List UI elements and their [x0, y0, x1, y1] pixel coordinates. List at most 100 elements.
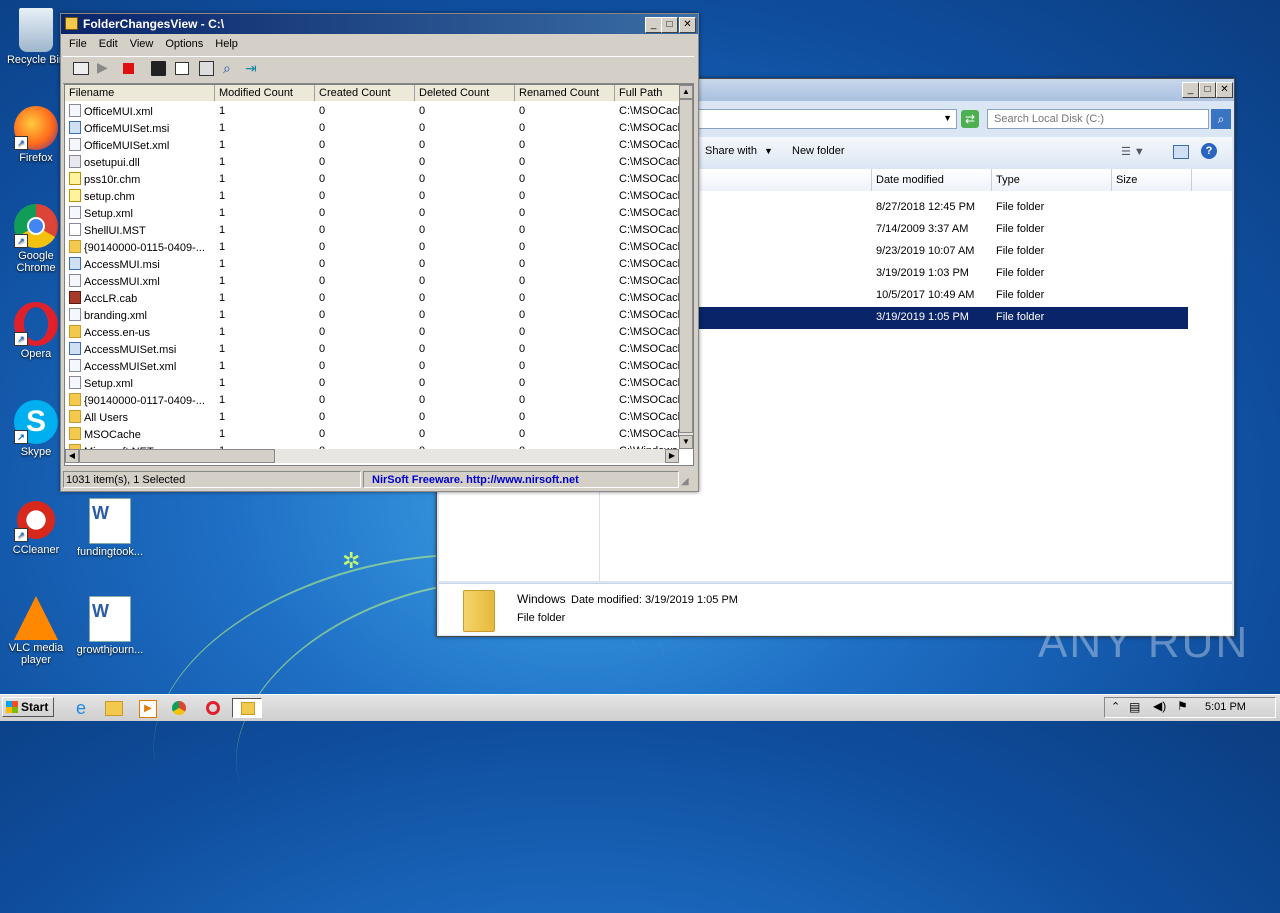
menu-options[interactable]: Options — [165, 38, 203, 50]
modified-count-cell: 1 — [219, 376, 226, 389]
start-button[interactable]: Start — [2, 697, 54, 717]
table-row[interactable]: Setup.xml 1 0 0 0 C:\MSOCach — [65, 374, 681, 391]
copy-icon[interactable] — [175, 62, 189, 75]
action-center-flag-icon[interactable]: ⚑ — [1177, 699, 1188, 713]
column-header-created[interactable]: Created Count — [315, 85, 415, 101]
nirsoft-link[interactable]: NirSoft Freeware. http://www.nirsoft.net — [363, 471, 679, 488]
column-header-modified[interactable]: Modified Count — [215, 85, 315, 101]
chrome-taskbar-icon[interactable] — [166, 698, 192, 718]
find-icon[interactable]: ⌕ — [223, 60, 231, 77]
desktop-icon-ccleaner[interactable]: ↗ CCleaner — [0, 498, 72, 556]
minimize-button[interactable]: _ — [1182, 82, 1199, 98]
close-button[interactable]: ✕ — [1216, 82, 1233, 98]
desktop-icon-vlc[interactable]: VLC media player — [0, 596, 72, 666]
opera-taskbar-icon[interactable] — [200, 698, 226, 718]
network-icon[interactable]: ▤ — [1129, 700, 1140, 714]
list-item[interactable]: 9/23/2019 10:07 AM File folder — [696, 241, 1188, 263]
table-row[interactable]: OfficeMUISet.xml 1 0 0 0 C:\MSOCach — [65, 136, 681, 153]
list-item[interactable]: 8/27/2018 12:45 PM File folder — [696, 197, 1188, 219]
preview-pane-icon[interactable] — [1173, 145, 1189, 159]
column-header-filename[interactable]: Filename — [65, 85, 215, 101]
help-icon[interactable]: ? — [1201, 143, 1217, 159]
table-row[interactable]: Access.en-us 1 0 0 0 C:\MSOCach — [65, 323, 681, 340]
folderchangesview-window[interactable]: FolderChangesView - C:\ _ □ ✕ File Edit Vi… — [60, 13, 699, 492]
properties-icon[interactable] — [199, 61, 214, 76]
list-item[interactable]: 7/14/2009 3:37 AM File folder — [696, 219, 1188, 241]
stop-icon[interactable] — [123, 63, 134, 74]
table-row[interactable]: AccessMUI.msi 1 0 0 0 C:\MSOCach — [65, 255, 681, 272]
table-row[interactable]: MSOCache 1 0 0 0 C:\MSOCach — [65, 425, 681, 442]
column-header-type[interactable]: Type — [992, 169, 1112, 191]
clock[interactable]: 5:01 PM — [1205, 701, 1246, 713]
media-player-icon[interactable]: ▶ — [134, 698, 160, 718]
hscroll-thumb[interactable] — [79, 449, 275, 463]
address-bar[interactable]: ▼ — [695, 109, 957, 129]
scroll-up-button[interactable]: ▲ — [679, 85, 693, 99]
menu-file[interactable]: File — [69, 38, 87, 50]
table-row[interactable]: {90140000-0117-0409-... 1 0 0 0 C:\MSOCach — [65, 391, 681, 408]
column-header-renamed[interactable]: Renamed Count — [515, 85, 615, 101]
table-row[interactable]: osetupui.dll 1 0 0 0 C:\MSOCach — [65, 153, 681, 170]
save-icon[interactable] — [151, 61, 166, 76]
table-row[interactable]: AccLR.cab 1 0 0 0 C:\MSOCach — [65, 289, 681, 306]
menu-view[interactable]: View — [130, 38, 154, 50]
table-row[interactable]: OfficeMUISet.msi 1 0 0 0 C:\MSOCach — [65, 119, 681, 136]
exit-icon[interactable]: ⇥ — [245, 60, 257, 77]
menu-help[interactable]: Help — [215, 38, 238, 50]
folderchangesview-taskbar-button[interactable] — [232, 698, 262, 718]
maximize-button[interactable]: □ — [661, 17, 678, 33]
desktop-icon-label: CCleaner — [12, 544, 60, 556]
table-row[interactable]: All Users 1 0 0 0 C:\MSOCach — [65, 408, 681, 425]
list-item[interactable]: 10/5/2017 10:49 AM File folder — [696, 285, 1188, 307]
table-row[interactable]: {90140000-0115-0409-... 1 0 0 0 C:\MSOCach — [65, 238, 681, 255]
column-header-deleted[interactable]: Deleted Count — [415, 85, 515, 101]
menu-edit[interactable]: Edit — [99, 38, 118, 50]
scroll-left-button[interactable]: ◀ — [65, 449, 79, 463]
maximize-button[interactable]: □ — [1199, 82, 1216, 98]
scroll-thumb[interactable] — [679, 99, 693, 433]
share-with-button[interactable]: Share with ▼ — [705, 145, 773, 157]
search-input[interactable] — [987, 109, 1209, 129]
search-icon[interactable]: ⌕ — [1211, 109, 1231, 129]
desktop-icon-fundingtook[interactable]: W fundingtook... — [74, 498, 146, 558]
close-button[interactable]: ✕ — [679, 17, 696, 33]
column-header-fullpath[interactable]: Full Path — [615, 85, 681, 101]
table-row[interactable]: branding.xml 1 0 0 0 C:\MSOCach — [65, 306, 681, 323]
horizontal-scrollbar[interactable]: ◀ ▶ — [65, 449, 679, 463]
table-row[interactable]: ShellUI.MST 1 0 0 0 C:\MSOCach — [65, 221, 681, 238]
xml-file-icon — [69, 205, 81, 219]
view-options-icon[interactable]: ☰ ▼ — [1121, 145, 1145, 158]
list-item-selected[interactable]: 3/19/2019 1:05 PM File folder — [696, 307, 1188, 329]
explorer-taskbar-icon[interactable] — [100, 698, 126, 718]
options-icon[interactable] — [73, 62, 89, 75]
table-row[interactable]: AccessMUI.xml 1 0 0 0 C:\MSOCach — [65, 272, 681, 289]
table-row[interactable]: pss10r.chm 1 0 0 0 C:\MSOCach — [65, 170, 681, 187]
file-changes-list[interactable]: Filename Modified Count Created Count De… — [64, 84, 694, 466]
column-header-date[interactable]: Date modified — [872, 169, 992, 191]
scroll-right-button[interactable]: ▶ — [665, 449, 679, 463]
new-folder-button[interactable]: New folder — [792, 145, 845, 157]
table-row[interactable]: AccessMUISet.xml 1 0 0 0 C:\MSOCach — [65, 357, 681, 374]
table-row[interactable]: Setup.xml 1 0 0 0 C:\MSOCach — [65, 204, 681, 221]
table-row[interactable]: OfficeMUI.xml 1 0 0 0 C:\MSOCach — [65, 102, 681, 119]
refresh-icon[interactable]: ⇄ — [961, 110, 979, 128]
table-row[interactable]: AccessMUISet.msi 1 0 0 0 C:\MSOCach — [65, 340, 681, 357]
vertical-scrollbar[interactable]: ▲ ▼ — [679, 85, 693, 449]
list-item[interactable]: 3/19/2019 1:03 PM File folder — [696, 263, 1188, 285]
modified-count-cell: 1 — [219, 189, 226, 202]
date-cell: 3/19/2019 1:03 PM — [876, 267, 969, 279]
tray-expand-icon[interactable]: ⌃ — [1111, 700, 1120, 713]
chevron-down-icon[interactable]: ▼ — [943, 113, 952, 123]
ie-icon[interactable]: e — [68, 698, 94, 718]
play-icon[interactable]: ▶ — [97, 59, 108, 76]
scroll-down-button[interactable]: ▼ — [679, 435, 693, 449]
filename-cell: OfficeMUI.xml — [65, 102, 215, 119]
volume-icon[interactable]: ◀) — [1153, 699, 1166, 713]
column-header-blank[interactable] — [696, 169, 872, 191]
column-header-size[interactable]: Size — [1112, 169, 1192, 191]
table-row[interactable]: setup.chm 1 0 0 0 C:\MSOCach — [65, 187, 681, 204]
minimize-button[interactable]: _ — [645, 17, 662, 33]
resize-grip-icon[interactable]: ◢ — [681, 476, 689, 487]
desktop-icon-growthjourn[interactable]: W growthjourn... — [74, 596, 146, 656]
fcv-titlebar[interactable]: FolderChangesView - C:\ — [61, 14, 698, 34]
